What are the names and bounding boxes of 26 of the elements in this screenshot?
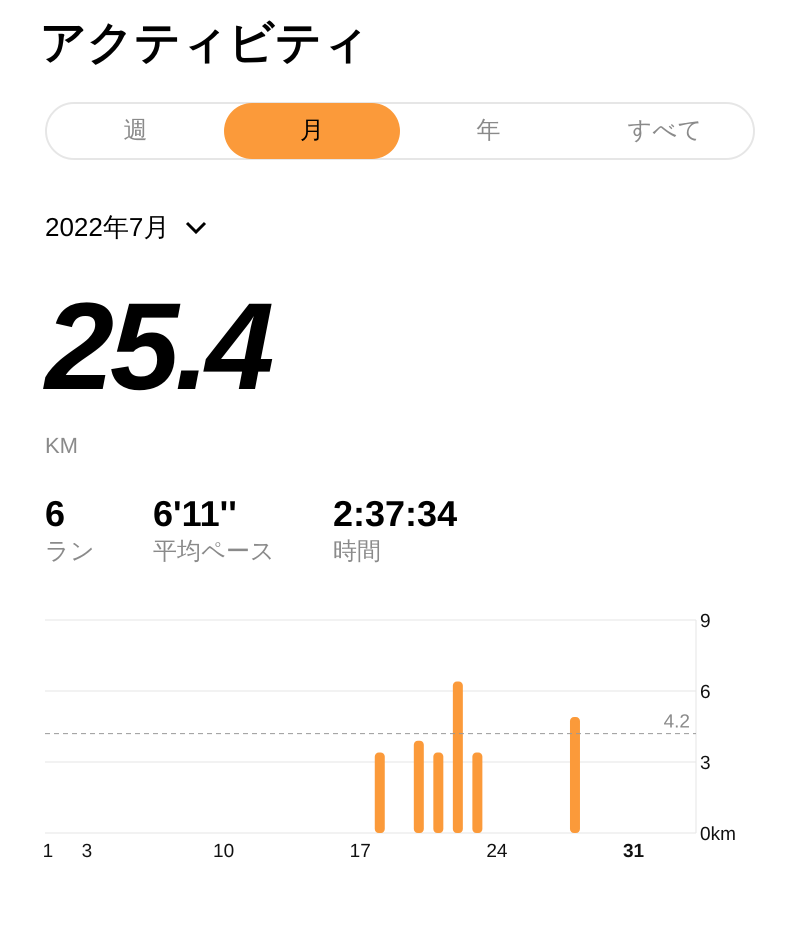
chevron-down-icon[interactable] <box>185 220 208 234</box>
period-tab[interactable]: 週 <box>47 103 224 159</box>
stat-value: 2:37:34 <box>333 492 458 536</box>
stat-value: 6 <box>45 492 66 536</box>
y-axis-label: 3 <box>700 753 711 774</box>
distance-unit: KM <box>45 432 79 460</box>
x-axis-label: 10 <box>213 841 234 862</box>
x-axis-label: 31 <box>622 841 644 862</box>
x-axis-label: 3 <box>82 841 92 862</box>
total-distance: 25.4 <box>45 287 272 407</box>
period-tab[interactable]: 年 <box>400 103 576 159</box>
stat-label: ラン <box>45 537 95 567</box>
period-tab[interactable]: すべて <box>576 103 753 159</box>
y-axis-label: 6 <box>700 682 711 703</box>
x-axis-label: 24 <box>486 841 508 862</box>
y-axis-label: 0km <box>700 824 736 845</box>
stat-value: 6'11'' <box>153 492 238 536</box>
x-axis-label: 17 <box>350 841 371 862</box>
average-label: 4.2 <box>664 712 690 733</box>
month-selector[interactable]: 2022年7月 <box>45 208 170 247</box>
page-title: アクティビティ <box>40 15 370 70</box>
period-tab[interactable]: 月 <box>224 103 400 159</box>
x-axis-label: 1 <box>42 841 54 862</box>
y-axis-label: 9 <box>700 611 711 632</box>
stat-label: 平均ペース <box>153 537 275 567</box>
stat-label: 時間 <box>333 537 382 567</box>
